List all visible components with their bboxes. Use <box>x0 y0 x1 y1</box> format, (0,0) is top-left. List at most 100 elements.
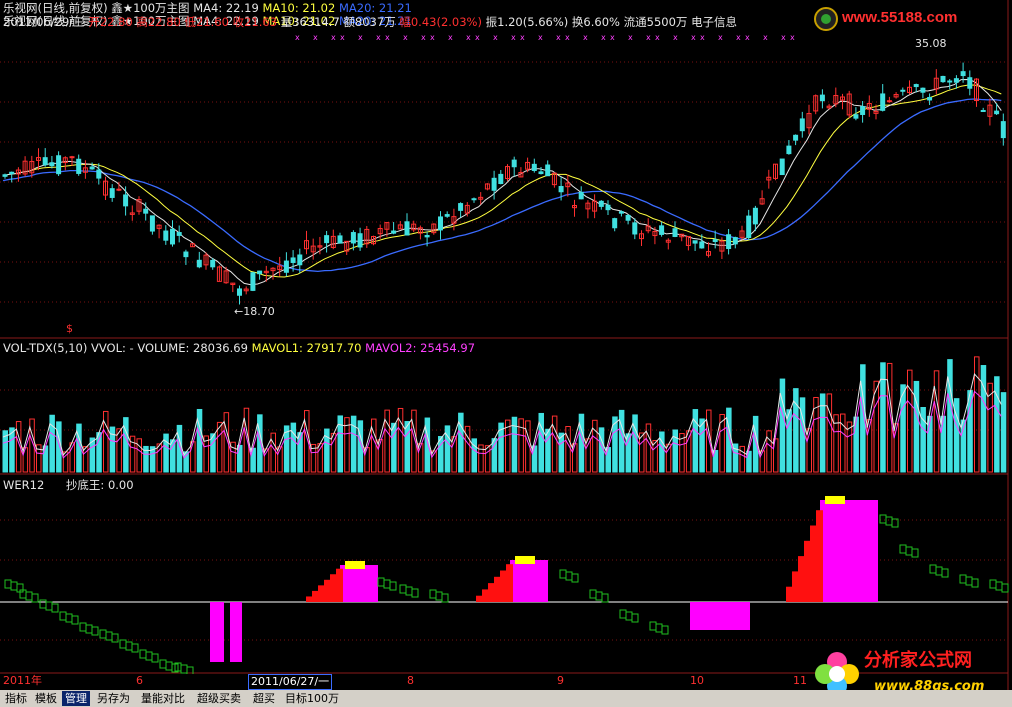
candle-body <box>210 259 216 268</box>
signal-marker: x <box>376 33 381 42</box>
bottom-tab-bar: 指标 模板 管理 另存为 量能对比 超级买卖 超买 目标100万 <box>0 690 1012 707</box>
tab-super-trade[interactable]: 超级买卖 <box>194 691 244 706</box>
tab-indicator[interactable]: 指标 <box>2 691 30 706</box>
signal-marker: x <box>601 33 606 42</box>
candle-body <box>692 240 698 244</box>
date-cursor-tick: 2011/06/27/一 <box>248 674 333 690</box>
candle-body <box>69 156 75 159</box>
volume-bar <box>56 421 62 473</box>
signal-marker: x <box>385 33 390 42</box>
indicator-name[interactable]: 鑫★100万主图 <box>111 1 189 15</box>
mavol1-readout: MAVOL1: 27917.70 <box>251 341 362 355</box>
signal-marker: x <box>700 33 705 42</box>
volume-bar <box>565 426 571 473</box>
wer-step-box <box>111 633 119 643</box>
signal-marker: x <box>295 33 300 42</box>
candle-body <box>89 166 95 170</box>
candle-body <box>625 214 631 221</box>
wer-step-box <box>879 514 887 524</box>
wer-step-box <box>941 568 949 578</box>
low-price-label: ←18.70 <box>234 305 275 318</box>
wer-step-box <box>71 615 79 625</box>
volume-bar <box>625 433 632 473</box>
signal-marker: x <box>610 33 615 42</box>
tab-save-as[interactable]: 另存为 <box>94 691 133 706</box>
tab-manage[interactable]: 管理 <box>62 691 90 706</box>
signal-marker: x <box>556 33 561 42</box>
date-tick: 2011年 <box>3 674 42 687</box>
candle-body <box>424 235 430 238</box>
tab-overbought[interactable]: 超买 <box>250 691 278 706</box>
wer-red-step <box>330 574 337 602</box>
volume-bar <box>853 416 859 473</box>
wer-yellow-cap <box>345 561 365 569</box>
volume-bar <box>632 414 638 473</box>
candle-body <box>350 232 356 244</box>
volume-bar <box>404 421 410 473</box>
volume-indicator-name[interactable]: VOL-TDX(5,10) <box>3 341 87 355</box>
candle-body <box>699 241 705 249</box>
candle-body <box>618 211 624 214</box>
volume-bar <box>42 445 49 473</box>
high-price: 高22.80 <box>136 15 181 29</box>
signal-marker: x <box>538 33 543 42</box>
volume-bar <box>994 376 1000 473</box>
sector-link[interactable]: 电子信息 <box>691 15 737 29</box>
wer-red-step <box>488 583 495 602</box>
site-logo-top: www.55188.com <box>812 4 1010 34</box>
date-tick: 9 <box>557 674 564 687</box>
volume-bar <box>953 398 960 473</box>
wer-step-box <box>935 566 943 576</box>
volume-bar <box>907 369 913 473</box>
volume-bar <box>699 418 705 473</box>
wer-yellow-cap <box>825 496 845 504</box>
wer-step-box <box>383 579 391 589</box>
volume-value: VOLUME: 28036.69 <box>137 341 248 355</box>
candle-body <box>357 233 363 248</box>
wer-indicator-name[interactable]: WER12 <box>3 478 44 492</box>
candle-body <box>183 251 189 258</box>
date-tick: 8 <box>407 674 414 687</box>
signal-marker: x <box>736 33 741 42</box>
wer-step-box <box>165 661 173 671</box>
volume-bar <box>123 417 129 473</box>
volume-bar <box>22 447 29 473</box>
tab-template[interactable]: 模板 <box>32 691 60 706</box>
wer-step-box <box>911 548 919 558</box>
candle-body <box>886 100 892 103</box>
signal-marker: x <box>646 33 651 42</box>
wer-step-box <box>571 573 579 583</box>
volume-bar <box>752 415 759 473</box>
candle-body <box>672 228 678 237</box>
wer-red-step <box>500 570 507 602</box>
volume-bar <box>873 380 879 473</box>
candle-body <box>880 93 886 111</box>
volume-bar <box>210 433 216 473</box>
candle-body <box>149 215 155 232</box>
volume-bar <box>364 447 370 473</box>
tab-volume-compare[interactable]: 量能对比 <box>138 691 188 706</box>
candle-body <box>558 186 564 193</box>
amount-readout: 额8037万 <box>343 15 396 29</box>
signal-marker: x <box>493 33 498 42</box>
signal-marker: x <box>421 33 426 42</box>
volume-bar <box>618 409 625 473</box>
candle-body <box>578 191 584 200</box>
candle-body <box>659 225 665 235</box>
wer-red-step <box>324 579 331 602</box>
volume-bar <box>391 422 397 473</box>
wer-step-box <box>559 569 567 579</box>
tab-target-1m[interactable]: 目标100万 <box>282 691 342 706</box>
wer-step-box <box>625 611 633 621</box>
wer-step-box <box>905 546 913 556</box>
signal-marker: x <box>691 33 696 42</box>
candle-body <box>793 134 799 141</box>
signal-marker: x <box>313 33 318 42</box>
candle-body <box>953 78 959 83</box>
candle-body <box>726 234 732 250</box>
wer-step-box <box>39 599 47 609</box>
wer-step-box <box>631 613 639 623</box>
wer-step-box <box>45 601 53 611</box>
volume-bar <box>947 359 953 473</box>
candle-body <box>56 155 62 175</box>
